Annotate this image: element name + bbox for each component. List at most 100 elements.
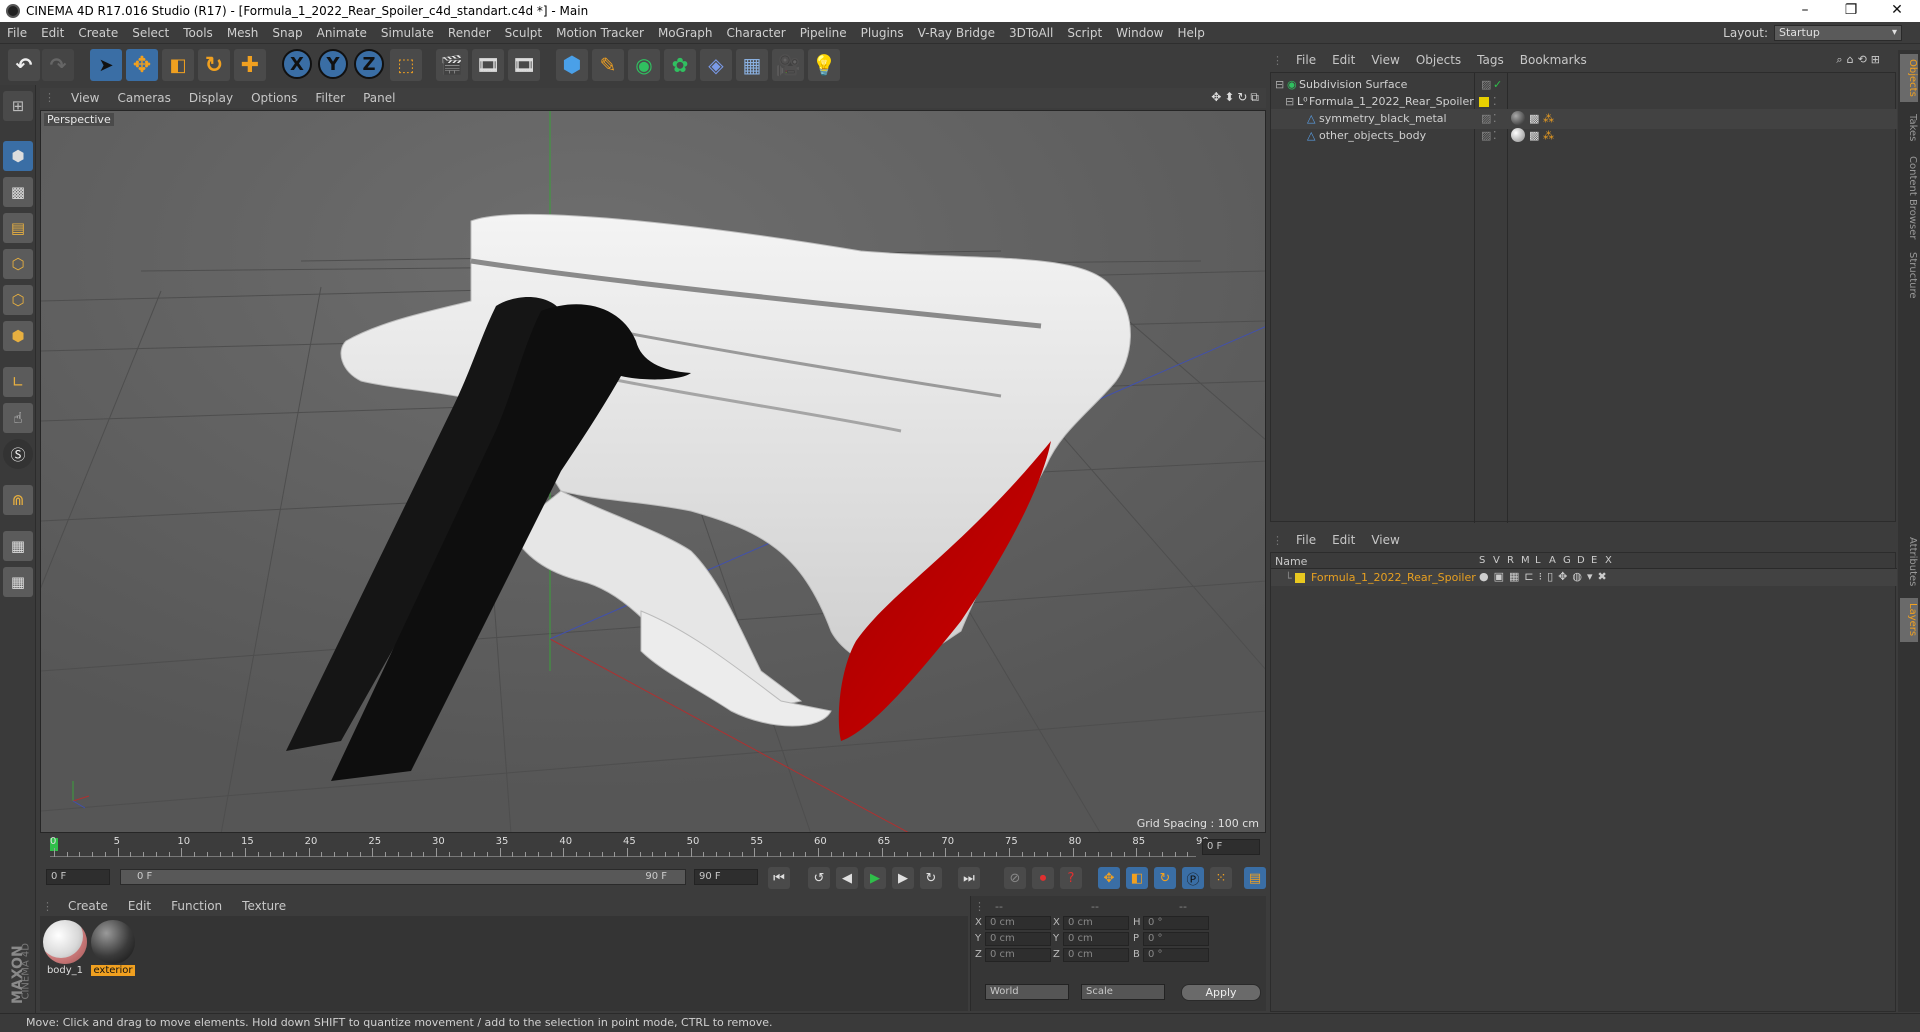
key-rotation-icon[interactable]: ↻ [1154, 867, 1176, 889]
key-scale-icon[interactable]: ◧ [1126, 867, 1148, 889]
phong-tag-icon[interactable]: ⁂ [1543, 129, 1554, 142]
timeline-ruler[interactable]: 051015202530354045505560657075808590 0 F [40, 835, 1266, 859]
menu-tools[interactable]: Tools [176, 26, 220, 40]
floor-grid-icon[interactable]: ▦ [736, 49, 768, 81]
menu-help[interactable]: Help [1170, 26, 1211, 40]
menu-simulate[interactable]: Simulate [374, 26, 441, 40]
y-axis-lock-button[interactable]: Y [318, 49, 348, 79]
key-pla-icon[interactable]: ⁙ [1210, 867, 1232, 889]
texture-tag-icon[interactable]: ▩ [1529, 112, 1539, 125]
coord-value-field[interactable]: 0 cm [1063, 932, 1129, 946]
record-keyframe-icon[interactable]: ⏺ [1032, 867, 1054, 889]
coord-mode-dropdown[interactable]: World [985, 984, 1069, 1000]
end-frame-field[interactable]: 90 F [694, 869, 758, 885]
minimize-button[interactable]: – [1782, 0, 1828, 22]
menu-snap[interactable]: Snap [265, 26, 309, 40]
coord-value-field[interactable]: 0 ° [1143, 932, 1209, 946]
menu-3dtoall[interactable]: 3DToAll [1002, 26, 1060, 40]
planar-workplane-icon[interactable]: ▦ [3, 567, 33, 597]
coord-value-field[interactable]: 0 cm [1063, 916, 1129, 930]
frame-range-slider[interactable]: 0 F 90 F [120, 869, 686, 885]
menu-mograph[interactable]: MoGraph [651, 26, 720, 40]
coord-value-field[interactable]: 0 ° [1143, 916, 1209, 930]
viewport-menu-panel[interactable]: Panel [354, 91, 404, 105]
menu-create[interactable]: Create [71, 26, 125, 40]
restore-button[interactable]: ❐ [1828, 0, 1874, 22]
render-settings-icon[interactable]: 🎞 [508, 49, 540, 81]
side-tab-layers[interactable]: Layers [1900, 598, 1918, 642]
layer-column-header[interactable]: L [1535, 555, 1541, 566]
layers-menu-edit[interactable]: Edit [1324, 533, 1363, 547]
timeline-window-icon[interactable]: ▤ [1244, 867, 1266, 889]
phong-tag-icon[interactable]: ⁂ [1543, 112, 1554, 125]
snapping-magnet-icon[interactable]: ⋒ [3, 485, 33, 515]
enabled-check-icon[interactable]: ✓ [1493, 78, 1502, 91]
points-mode-icon[interactable]: ⬡ [3, 249, 33, 279]
menu-select[interactable]: Select [125, 26, 176, 40]
goto-end-icon[interactable]: ⏭ [958, 867, 980, 889]
object-row[interactable]: △ other_objects_body ▨ ⁚ ▩ ⁂ [1271, 126, 1897, 146]
collapse-toggle-icon[interactable]: ⊟ [1285, 95, 1294, 108]
live-select-icon[interactable]: ✚ [234, 49, 266, 81]
redo-icon[interactable]: ↷ [42, 49, 74, 81]
side-tab-objects[interactable]: Objects [1900, 54, 1918, 102]
close-button[interactable]: ✕ [1874, 0, 1920, 22]
menu-motion-tracker[interactable]: Motion Tracker [549, 26, 651, 40]
layer-row[interactable]: └ Formula_1_2022_Rear_Spoiler ●▣▦⊏⁝▯✥◍▾✖ [1271, 569, 1897, 586]
tweak-mode-icon[interactable]: ☝ [3, 403, 33, 433]
apply-button[interactable]: Apply [1181, 984, 1261, 1001]
render-picture-viewer-icon[interactable]: 🎞 [472, 49, 504, 81]
visibility-dots-icon[interactable]: ▨ [1481, 78, 1491, 91]
material-menu-create[interactable]: Create [58, 899, 118, 913]
select-arrow-icon[interactable]: ➤ [90, 49, 122, 81]
menu-file[interactable]: File [0, 26, 34, 40]
menu-v-ray-bridge[interactable]: V-Ray Bridge [911, 26, 1002, 40]
side-tab-structure[interactable]: Structure [1900, 248, 1918, 302]
viewport-menu-view[interactable]: View [62, 91, 108, 105]
layer-column-header[interactable]: X [1605, 555, 1612, 566]
axis-mode-icon[interactable]: ∟ [3, 367, 33, 397]
collapse-toggle-icon[interactable]: ⊟ [1275, 78, 1284, 91]
perspective-viewport[interactable]: Perspective Grid Spacing : 100 cm [40, 110, 1266, 833]
coord-value-field[interactable]: 0 ° [1143, 948, 1209, 962]
material-tag-icon[interactable] [1511, 111, 1525, 125]
light-bulb-icon[interactable]: 💡 [808, 49, 840, 81]
coord-value-field[interactable]: 0 cm [1063, 948, 1129, 962]
z-axis-lock-button[interactable]: Z [354, 49, 384, 79]
subdivision-generator-icon[interactable]: ◉ [628, 49, 660, 81]
deformer-icon[interactable]: ◈ [700, 49, 732, 81]
coordinate-system-icon[interactable]: ⬚ [390, 49, 422, 81]
keyframe-selection-icon[interactable]: ⊘ [1004, 867, 1026, 889]
coord-scale-dropdown[interactable]: Scale [1081, 984, 1165, 1000]
layers-menu-view[interactable]: View [1363, 533, 1407, 547]
enabled-dots-icon[interactable]: ⁚ [1493, 112, 1497, 125]
material-swatch[interactable]: exterior [91, 920, 135, 976]
objects-menu-file[interactable]: File [1288, 53, 1324, 67]
layer-column-header[interactable]: S [1479, 555, 1485, 566]
visibility-dots-icon[interactable]: ⁚ [1493, 95, 1497, 108]
prev-frame-icon[interactable]: ◀ [836, 867, 858, 889]
layer-column-header[interactable]: D [1577, 555, 1585, 566]
layer-column-header[interactable]: V [1493, 555, 1500, 566]
texture-tag-icon[interactable]: ▩ [1529, 129, 1539, 142]
next-key-icon[interactable]: ↻ [920, 867, 942, 889]
goto-start-icon[interactable]: ⏮ [768, 867, 790, 889]
coord-value-field[interactable]: 0 cm [985, 932, 1051, 946]
material-menu-texture[interactable]: Texture [232, 899, 296, 913]
viewport-camera-label[interactable]: Perspective [44, 113, 114, 126]
workplane-mode-icon[interactable]: ▤ [3, 213, 33, 243]
enabled-dots-icon[interactable]: ⁚ [1493, 129, 1497, 142]
start-frame-field[interactable]: 0 F [46, 869, 110, 885]
rotate-tool-icon[interactable]: ↻ [198, 49, 230, 81]
render-view-icon[interactable]: 🎬 [436, 49, 468, 81]
side-tab-attributes[interactable]: Attributes [1900, 530, 1918, 594]
objects-menu-bookmarks[interactable]: Bookmarks [1512, 53, 1595, 67]
menu-mesh[interactable]: Mesh [220, 26, 266, 40]
menu-script[interactable]: Script [1060, 26, 1109, 40]
menu-pipeline[interactable]: Pipeline [793, 26, 854, 40]
visibility-dots-icon[interactable]: ▨ [1481, 129, 1491, 142]
solo-mode-icon[interactable]: Ⓢ [3, 439, 33, 469]
side-tab-takes[interactable]: Takes [1900, 108, 1918, 148]
menu-sculpt[interactable]: Sculpt [498, 26, 549, 40]
viewport-nav-icons[interactable]: ✥⬍↻⧉ [1211, 90, 1262, 105]
